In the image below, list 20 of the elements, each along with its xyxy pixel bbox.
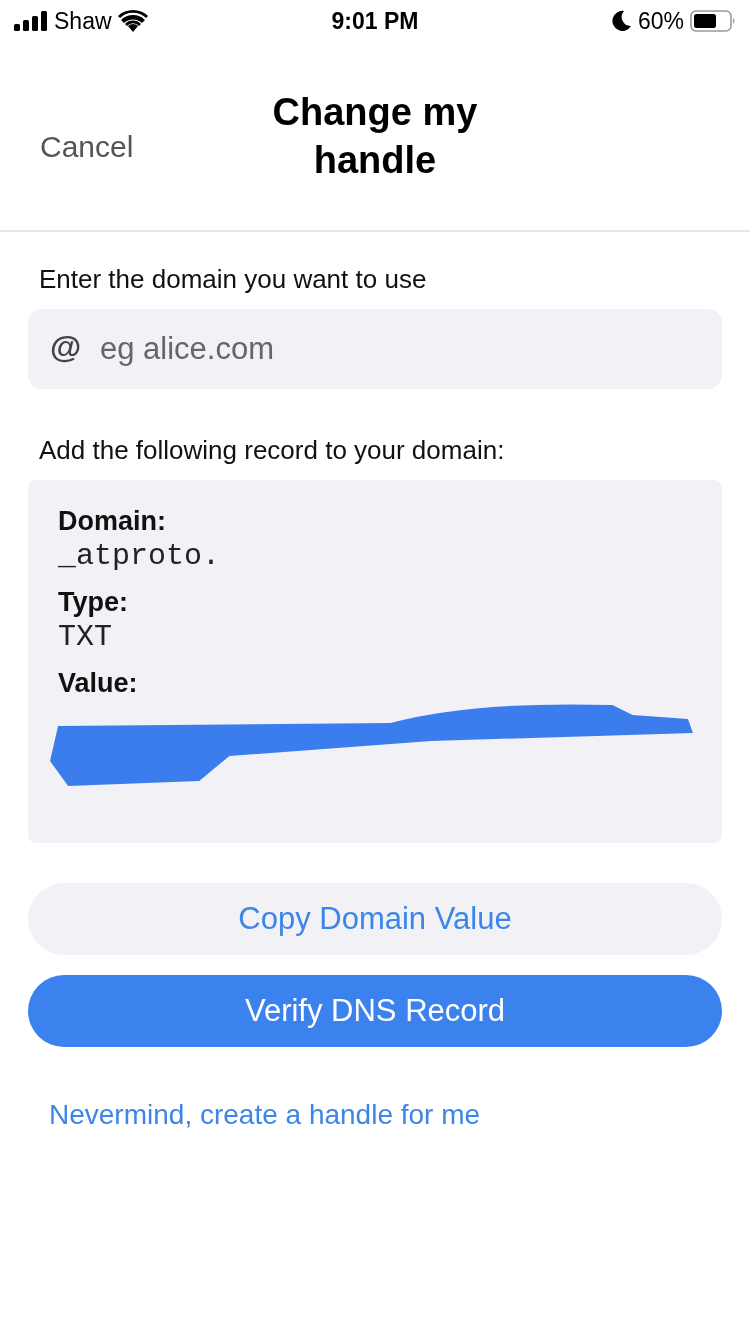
- create-handle-link[interactable]: Nevermind, create a handle for me: [49, 1099, 722, 1131]
- carrier-name: Shaw: [54, 7, 112, 35]
- signal-icon: [14, 11, 48, 31]
- record-label: Domain:: [58, 506, 167, 537]
- wifi-icon: [117, 10, 148, 32]
- record-value: _atproto.: [58, 539, 222, 573]
- record-label: Value:: [58, 668, 139, 699]
- action-button[interactable]: Verify DNS Record: [28, 975, 722, 1047]
- page-title: Change my handle: [271, 90, 479, 183]
- status-time: 9:01 PM: [331, 7, 419, 34]
- battery-icon: [690, 10, 736, 32]
- record-instruction: Add the following record to your domain:: [39, 435, 506, 466]
- moon-icon: [611, 10, 632, 32]
- at-sign: @: [50, 329, 82, 366]
- cancel-button[interactable]: Cancel: [40, 130, 134, 164]
- record-value: TXT: [58, 620, 113, 654]
- field-label: Enter the domain you want to use: [39, 264, 428, 295]
- record-label: Type:: [58, 587, 129, 618]
- battery-percent: 60%: [637, 7, 684, 35]
- action-button[interactable]: Copy Domain Value: [28, 883, 722, 955]
